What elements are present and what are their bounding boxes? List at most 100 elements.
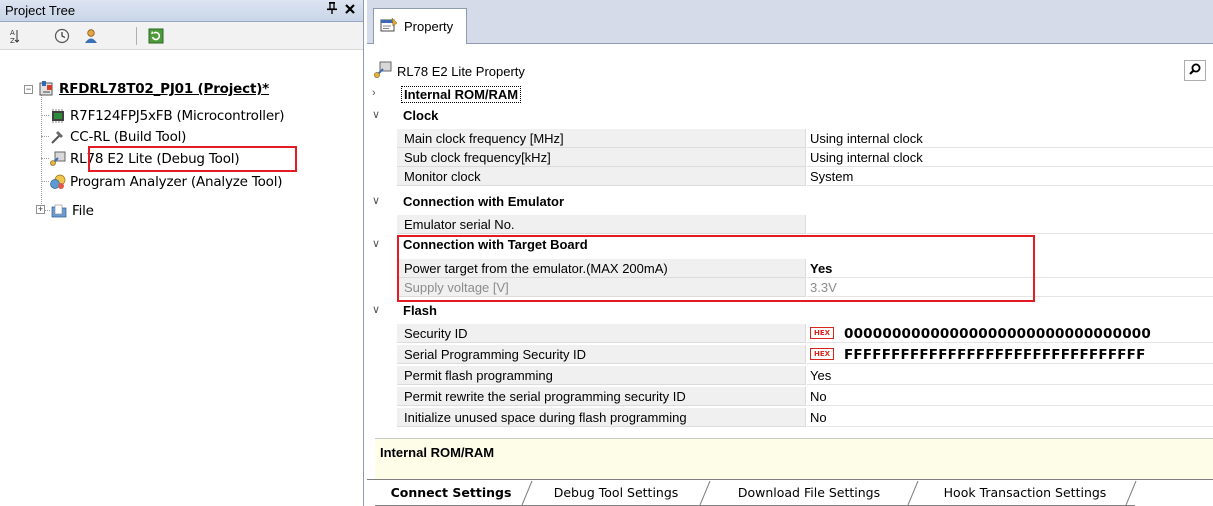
- property-name: Permit rewrite the serial programming se…: [404, 389, 686, 404]
- property-value-cell[interactable]: Using internal clock: [807, 148, 1213, 167]
- project-tree-title: Project Tree: [5, 3, 76, 18]
- expand-toggle[interactable]: +: [36, 205, 45, 214]
- chevron-down-icon[interactable]: ∨: [372, 303, 392, 316]
- chevron-right-icon[interactable]: ›: [372, 87, 392, 99]
- tree-item-label: R7F124FPJ5xFB (Microcontroller): [70, 108, 285, 124]
- property-name-cell: Main clock frequency [MHz]: [397, 129, 806, 148]
- chevron-down-icon[interactable]: ∨: [372, 108, 392, 121]
- property-tab-label: Property: [404, 19, 454, 34]
- pin-icon[interactable]: [327, 2, 337, 17]
- analyzer-icon: [49, 174, 67, 190]
- folder-icon: [51, 203, 69, 219]
- search-button[interactable]: [1184, 60, 1206, 81]
- tab-divider: [907, 480, 919, 506]
- property-name: Emulator serial No.: [404, 217, 515, 232]
- property-row[interactable]: Permit flash programming Yes: [367, 366, 1213, 385]
- category-internal-rom-ram[interactable]: › Internal ROM/RAM: [367, 86, 1213, 105]
- property-name: Permit flash programming: [404, 368, 553, 383]
- tab-connect-settings[interactable]: Connect Settings: [381, 480, 521, 505]
- description-panel: Internal ROM/RAM: [375, 438, 1213, 479]
- property-panel: Property RL78 E2 Lite Property › Interna…: [367, 0, 1213, 506]
- tab-label: Debug Tool Settings: [553, 485, 679, 500]
- property-value-cell[interactable]: No: [807, 387, 1213, 406]
- description-title: Internal ROM/RAM: [380, 445, 495, 460]
- property-name-cell: Serial Programming Security ID: [397, 345, 806, 364]
- property-header-title: RL78 E2 Lite Property: [397, 64, 525, 79]
- category-flash[interactable]: ∨ Flash: [367, 302, 1213, 321]
- property-name: Main clock frequency [MHz]: [404, 131, 564, 146]
- chevron-down-icon[interactable]: ∨: [372, 237, 392, 250]
- property-value: 00000000000000000000000000000000: [844, 326, 1151, 342]
- tree-item-microcontroller[interactable]: R7F124FPJ5xFB (Microcontroller): [49, 106, 285, 126]
- property-value-cell[interactable]: Yes: [807, 366, 1213, 385]
- project-tree: − RFDRL78T02_PJ01 (Project)* R7F124FPJ5x…: [0, 50, 363, 506]
- property-row[interactable]: Initialize unused space during flash pro…: [367, 408, 1213, 427]
- property-row[interactable]: Emulator serial No.: [367, 215, 1213, 234]
- category-label: Flash: [403, 303, 437, 318]
- property-value: Using internal clock: [810, 131, 923, 146]
- close-icon[interactable]: [345, 1, 355, 18]
- hex-badge-icon: HEX: [810, 348, 834, 360]
- highlight-box-debug-tool: [88, 146, 297, 172]
- chevron-down-icon[interactable]: ∨: [372, 194, 392, 207]
- document-tab-strip: Property: [367, 0, 1213, 44]
- debug-tool-icon: [49, 151, 67, 167]
- tree-item-label: CC-RL (Build Tool): [70, 129, 187, 145]
- property-name-cell: Permit rewrite the serial programming se…: [397, 387, 806, 406]
- tree-item-analyzer[interactable]: Program Analyzer (Analyze Tool): [49, 172, 283, 192]
- tab-property[interactable]: Property: [373, 8, 467, 44]
- project-tree-title-bar: Project Tree: [0, 0, 363, 22]
- property-header: RL78 E2 Lite Property: [367, 58, 1213, 85]
- property-value-cell[interactable]: HEX 00000000000000000000000000000000: [807, 324, 1213, 343]
- tree-root-label: RFDRL78T02_PJ01 (Project)*: [59, 81, 270, 97]
- property-name-cell: Permit flash programming: [397, 366, 806, 385]
- tree-connector: [41, 136, 49, 137]
- tree-root-project[interactable]: RFDRL78T02_PJ01 (Project)*: [38, 79, 269, 99]
- tab-label: Download File Settings: [737, 485, 881, 500]
- clock-icon[interactable]: [53, 27, 71, 45]
- property-value-cell[interactable]: [807, 215, 1213, 234]
- property-value: Using internal clock: [810, 150, 923, 165]
- property-grid: › Internal ROM/RAM ∨ Clock Main clock fr…: [367, 86, 1213, 434]
- collapse-toggle[interactable]: −: [24, 85, 33, 94]
- tree-item-file[interactable]: File: [51, 201, 94, 221]
- tree-connector: [45, 210, 50, 211]
- user-icon[interactable]: [82, 27, 100, 45]
- property-value: No: [810, 410, 827, 425]
- svg-text:Z: Z: [10, 37, 15, 44]
- property-value-cell[interactable]: Using internal clock: [807, 129, 1213, 148]
- refresh-icon[interactable]: [147, 27, 165, 45]
- category-connection-with-emulator[interactable]: ∨ Connection with Emulator: [367, 193, 1213, 212]
- hex-badge-icon: HEX: [810, 327, 834, 339]
- tab-debug-tool-settings[interactable]: Debug Tool Settings: [533, 480, 699, 505]
- tab-download-file-settings[interactable]: Download File Settings: [711, 480, 907, 505]
- microcontroller-icon: [49, 108, 67, 124]
- property-value-cell[interactable]: No: [807, 408, 1213, 427]
- property-value: System: [810, 169, 854, 184]
- property-value-cell[interactable]: HEX FFFFFFFFFFFFFFFFFFFFFFFFFFFFFFFF: [807, 345, 1213, 364]
- property-name-cell: Emulator serial No.: [397, 215, 806, 234]
- property-row[interactable]: Sub clock frequency[kHz] Using internal …: [367, 148, 1213, 167]
- property-name-cell: Security ID: [397, 324, 806, 343]
- bottom-tab-strip: Connect Settings Debug Tool Settings Dow…: [367, 479, 1213, 506]
- tree-connector: [41, 94, 42, 210]
- property-row[interactable]: Serial Programming Security ID HEX FFFFF…: [367, 345, 1213, 364]
- project-icon: [38, 81, 56, 97]
- property-name: Initialize unused space during flash pro…: [404, 410, 687, 425]
- tab-hook-transaction-settings[interactable]: Hook Transaction Settings: [919, 480, 1131, 505]
- svg-text:A: A: [10, 29, 15, 37]
- property-name: Security ID: [404, 326, 468, 341]
- property-value-cell[interactable]: System: [807, 167, 1213, 186]
- tree-item-build-tool[interactable]: CC-RL (Build Tool): [49, 127, 186, 147]
- property-row[interactable]: Security ID HEX 000000000000000000000000…: [367, 324, 1213, 343]
- tab-divider: [521, 480, 533, 506]
- property-row[interactable]: Permit rewrite the serial programming se…: [367, 387, 1213, 406]
- property-row[interactable]: Monitor clock System: [367, 167, 1213, 186]
- property-row[interactable]: Main clock frequency [MHz] Using interna…: [367, 129, 1213, 148]
- category-label: Clock: [403, 108, 439, 123]
- sort-icon[interactable]: AZ: [5, 27, 23, 45]
- debug-tool-icon: [373, 61, 393, 82]
- property-name-cell: Sub clock frequency[kHz]: [397, 148, 806, 167]
- category-clock[interactable]: ∨ Clock: [367, 107, 1213, 126]
- build-tool-icon: [49, 129, 67, 145]
